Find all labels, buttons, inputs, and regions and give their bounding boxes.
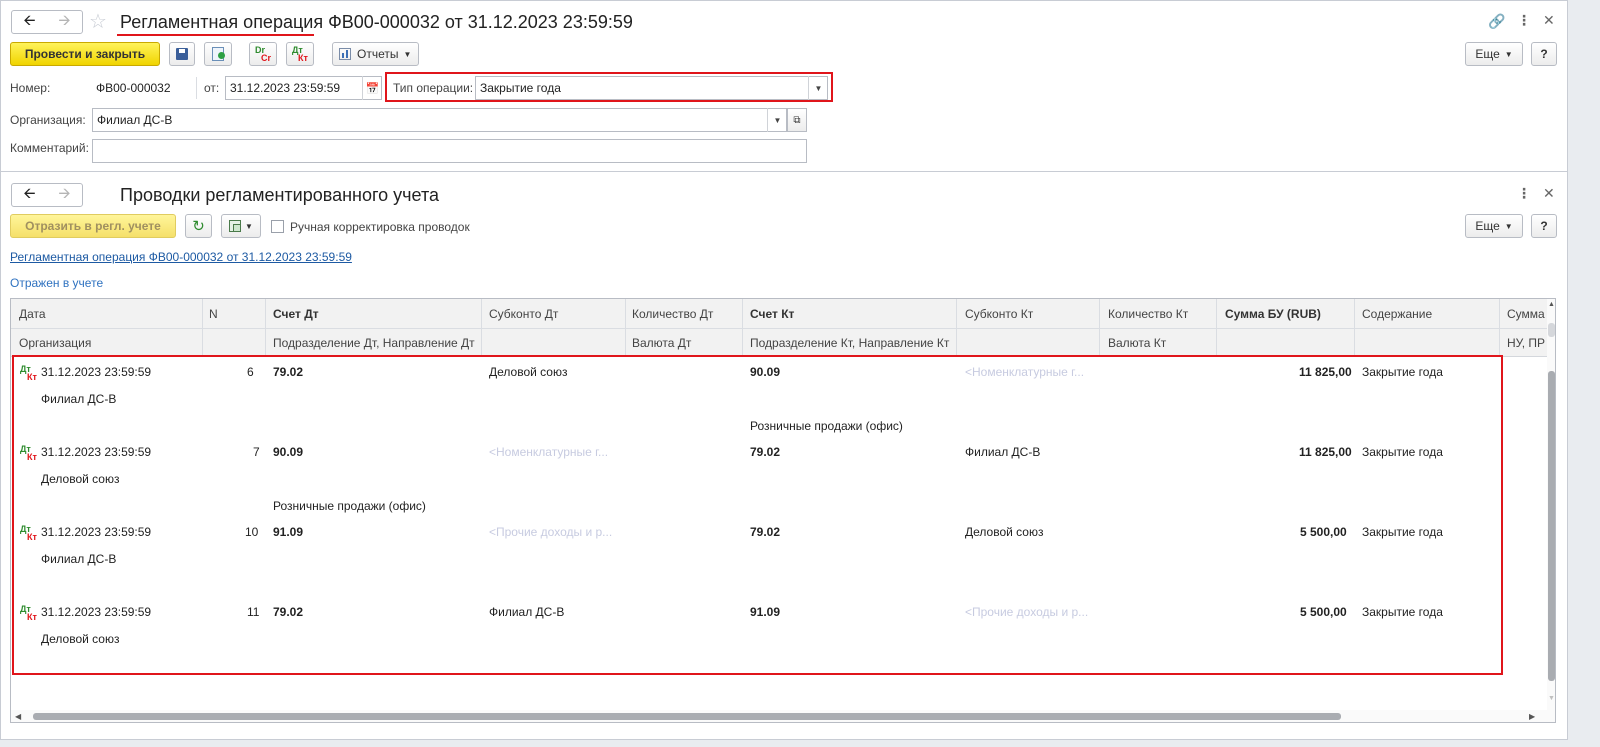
number-value: ФВ00-000032: [96, 81, 171, 95]
post-document-icon: [212, 47, 225, 61]
entries-table: Дата N Счет Дт Субконто Дт Количество Дт…: [10, 298, 1556, 723]
close-icon[interactable]: ✕: [1543, 12, 1555, 29]
vertical-scroll-thumb[interactable]: [1548, 371, 1555, 681]
header-org[interactable]: Организация: [19, 336, 91, 350]
horizontal-scroll-thumb[interactable]: [33, 713, 1341, 720]
dt-kt-button[interactable]: Дт Кт: [286, 42, 314, 66]
comment-label: Комментарий:: [10, 141, 89, 155]
title-underline: [117, 34, 314, 36]
back-arrow-icon[interactable]: 🡨: [12, 11, 47, 33]
header-div-kt[interactable]: Подразделение Кт, Направление Кт: [750, 336, 949, 350]
chevron-down-icon[interactable]: ▼: [808, 76, 828, 100]
date-field[interactable]: 31.12.2023 23:59:59 📅: [225, 76, 382, 100]
save-button[interactable]: [169, 42, 195, 66]
reflect-button[interactable]: Отразить в регл. учете: [10, 214, 176, 238]
chevron-down-icon[interactable]: ▼: [767, 108, 787, 132]
date-label: от:: [204, 81, 220, 95]
forward-arrow-icon[interactable]: 🡪: [47, 184, 82, 206]
dr-cr-button[interactable]: Dr Cr: [249, 42, 277, 66]
back-arrow-icon[interactable]: 🡨: [12, 184, 47, 206]
header-nu[interactable]: НУ, ПР: [1507, 336, 1545, 350]
entries-nav-group: 🡨 🡪: [11, 183, 83, 207]
more-menu-icon[interactable]: ⋮: [1517, 12, 1531, 29]
save-icon: [176, 48, 188, 60]
org-field[interactable]: Филиал ДС-В ▼: [92, 108, 787, 132]
more-label: Еще: [1475, 219, 1500, 233]
doc-nav-group: 🡨 🡪: [11, 10, 83, 34]
highlight-rows: [12, 355, 1503, 675]
header-sub-dt[interactable]: Субконто Дт: [489, 307, 558, 321]
date-value: 31.12.2023 23:59:59: [230, 81, 341, 95]
header-acc-dt[interactable]: Счет Дт: [273, 307, 319, 321]
link-icon[interactable]: 🔗: [1488, 13, 1505, 30]
more-button[interactable]: Еще ▼: [1465, 42, 1523, 66]
chevron-down-icon: ▼: [403, 49, 412, 59]
copy-icon: [229, 220, 242, 232]
header-date[interactable]: Дата: [19, 307, 46, 321]
open-org-button[interactable]: ⧉: [787, 108, 807, 132]
entries-help-button[interactable]: ?: [1531, 214, 1557, 238]
scroll-down-icon[interactable]: ▼: [1548, 695, 1555, 702]
op-type-select[interactable]: Закрытие года ▼: [475, 76, 828, 100]
comment-field[interactable]: [92, 139, 807, 163]
help-button[interactable]: ?: [1531, 42, 1557, 66]
entries-more-button[interactable]: Еще ▼: [1465, 214, 1523, 238]
refresh-button[interactable]: ↻: [185, 214, 212, 238]
org-label: Организация:: [10, 113, 86, 127]
number-label: Номер:: [10, 81, 51, 95]
post-button[interactable]: [204, 42, 232, 66]
entries-title: Проводки регламентированного учета: [120, 185, 440, 205]
forward-arrow-icon[interactable]: 🡪: [47, 11, 82, 33]
refresh-icon: ↻: [192, 218, 205, 235]
header-sub-kt[interactable]: Субконто Кт: [965, 307, 1033, 321]
header-cur-kt[interactable]: Валюта Кт: [1108, 336, 1166, 350]
copy-menu-button[interactable]: ▼: [221, 214, 261, 238]
status-text: Отражен в учете: [10, 276, 104, 290]
more-menu-icon[interactable]: ⋮: [1517, 185, 1531, 202]
vertical-scrollbar[interactable]: ▲ ▼: [1547, 299, 1555, 722]
dr-cr-icon: Dr Cr: [255, 45, 272, 63]
reports-label: Отчеты: [357, 47, 399, 61]
reports-button[interactable]: Отчеты ▼: [332, 42, 419, 66]
open-icon: ⧉: [793, 114, 801, 126]
document-link[interactable]: Регламентная операция ФВ00-000032 от 31.…: [10, 250, 352, 264]
post-and-close-button[interactable]: Провести и закрыть: [10, 42, 160, 66]
org-value: Филиал ДС-В: [97, 113, 173, 127]
favorite-star-icon[interactable]: ☆: [89, 9, 107, 34]
op-type-label: Тип операции:: [393, 81, 474, 95]
header-qty-dt[interactable]: Количество Дт: [632, 307, 713, 321]
scroll-right-icon[interactable]: ▶: [1529, 712, 1535, 721]
divider: [196, 77, 197, 99]
manual-correction-label: Ручная корректировка проводок: [290, 220, 470, 234]
reports-icon: [339, 48, 351, 60]
page-title: Регламентная операция ФВ00-000032 от 31.…: [120, 12, 633, 32]
calendar-icon[interactable]: 📅: [362, 76, 382, 100]
header-content[interactable]: Содержание: [1362, 307, 1432, 321]
header-sum-nu[interactable]: Сумма: [1507, 307, 1545, 321]
header-n[interactable]: N: [209, 307, 218, 321]
document-window: 🡨 🡪 ☆ Регламентная операция ФВ00-000032 …: [0, 0, 1568, 740]
horizontal-scrollbar[interactable]: ◀ ▶: [11, 710, 1547, 722]
section-divider: [1, 171, 1567, 172]
chevron-down-icon: ▼: [1504, 49, 1513, 59]
more-label: Еще: [1475, 47, 1500, 61]
manual-correction-checkbox[interactable]: [271, 220, 284, 233]
scroll-up-icon[interactable]: ▲: [1548, 301, 1555, 308]
header-sum[interactable]: Сумма БУ (RUB): [1225, 307, 1321, 321]
close-icon[interactable]: ✕: [1543, 185, 1555, 202]
header-cur-dt[interactable]: Валюта Дт: [632, 336, 691, 350]
table-header: Дата N Счет Дт Субконто Дт Количество Дт…: [11, 299, 1555, 357]
chevron-down-icon: ▼: [245, 221, 253, 231]
header-qty-kt[interactable]: Количество Кт: [1108, 307, 1188, 321]
op-type-value: Закрытие года: [480, 81, 561, 95]
header-acc-kt[interactable]: Счет Кт: [750, 307, 794, 321]
scroll-left-icon[interactable]: ◀: [15, 712, 21, 721]
dt-kt-icon: Дт Кт: [292, 45, 308, 63]
chevron-down-icon: ▼: [1504, 221, 1513, 231]
header-div-dt[interactable]: Подразделение Дт, Направление Дт: [273, 336, 475, 350]
